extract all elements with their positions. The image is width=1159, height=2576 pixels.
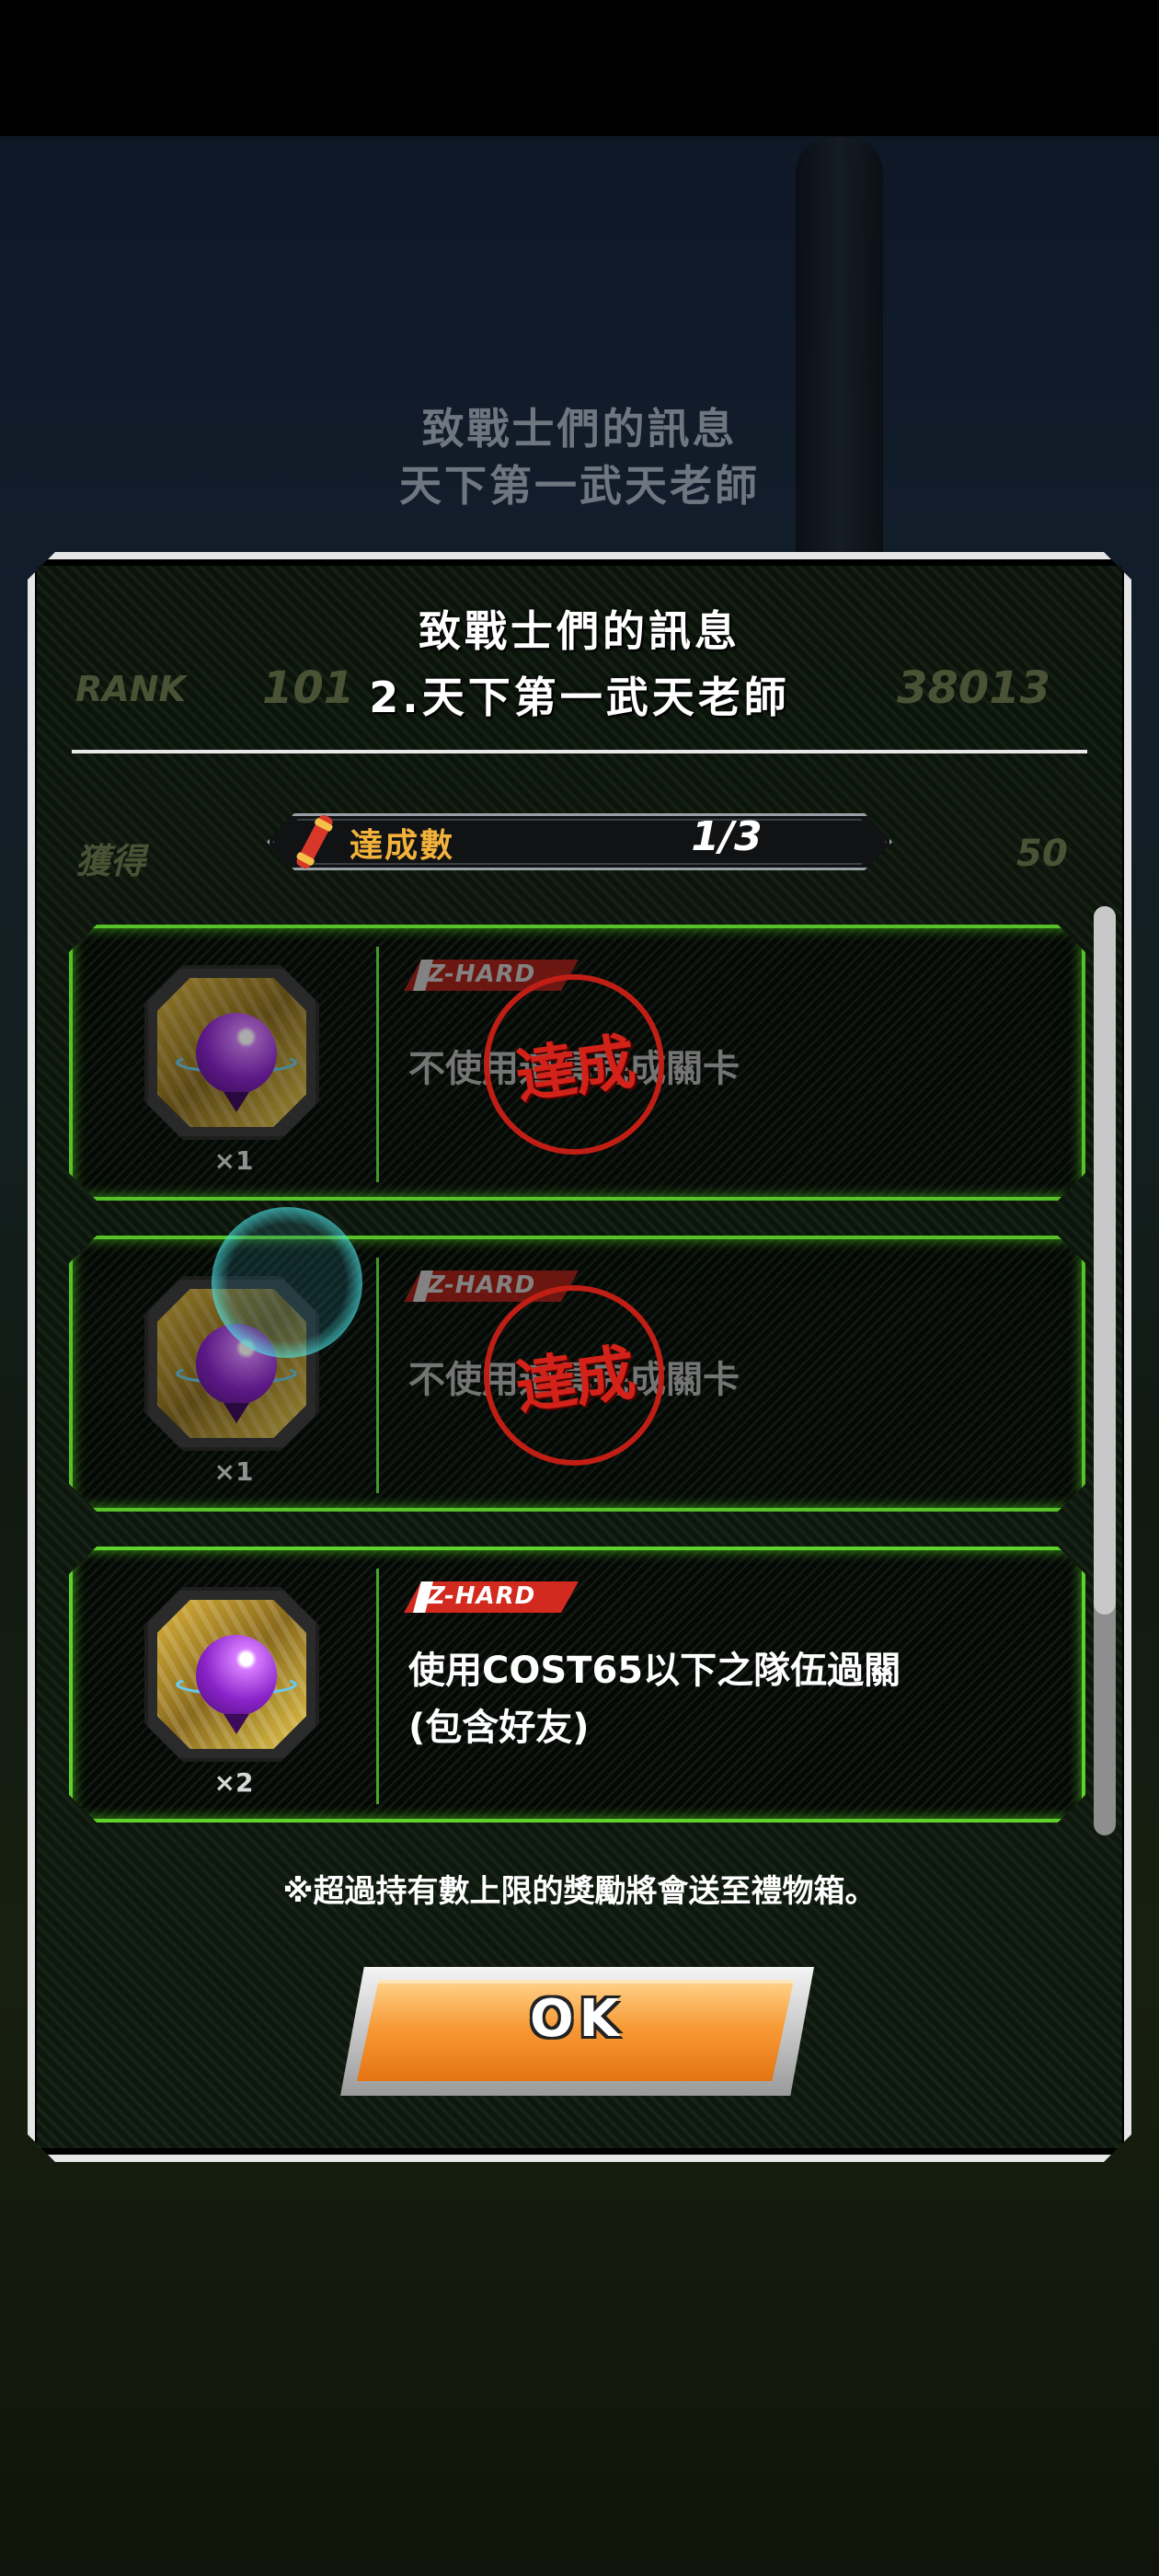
completed-stamp: 達成 [484, 974, 664, 1155]
scroll-icon [296, 814, 333, 869]
background-title-line1: 致戰士們的訊息 [421, 404, 738, 454]
mission-card: ×2 Z-HARD 使用COST65以下之隊伍過關 (包含好友) [69, 1547, 1085, 1823]
modal-title-line1: 致戰士們的訊息 [419, 606, 740, 656]
purple-orb-icon [196, 1013, 277, 1094]
ok-button-label: OK [530, 1989, 625, 2049]
mission-card: ×1 Z-HARD 不使用道具完成關卡 達成 [69, 925, 1085, 1201]
title-divider [72, 750, 1087, 753]
mission-description-line1: 使用COST65以下之隊伍過關 [408, 1650, 901, 1692]
reward-quantity: ×2 [213, 1767, 254, 1798]
background-title-line2: 天下第一武天老師 [399, 461, 760, 511]
purple-orb-icon [196, 1635, 277, 1716]
reward-quantity: ×1 [213, 1456, 254, 1487]
background-obtained-label: 獲得 [75, 841, 146, 881]
reward-frame [144, 1587, 319, 1762]
scrollbar-thumb[interactable] [1094, 906, 1116, 1615]
mission-description-line2: (包含好友) [408, 1707, 590, 1749]
progress-value: 1/3 [691, 813, 763, 860]
difficulty-badge: Z-HARD [404, 1581, 579, 1613]
overflow-note: ※超過持有數上限的獎勵將會送至禮物箱。 [282, 1873, 877, 1910]
status-bar [0, 0, 1159, 136]
reward-frame [144, 965, 319, 1140]
mission-description: 使用COST65以下之隊伍過關 (包含好友) [408, 1642, 1052, 1756]
background-obtained-value: 50 [1016, 833, 1068, 875]
modal-title-line2: 2.天下第一武天老師 [369, 673, 790, 722]
completed-stamp: 達成 [484, 1285, 664, 1466]
reward-quantity: ×1 [213, 1145, 254, 1176]
ok-button[interactable]: OK [340, 1967, 814, 2096]
progress-label: 達成數 [350, 827, 455, 865]
touch-indicator [212, 1207, 362, 1358]
